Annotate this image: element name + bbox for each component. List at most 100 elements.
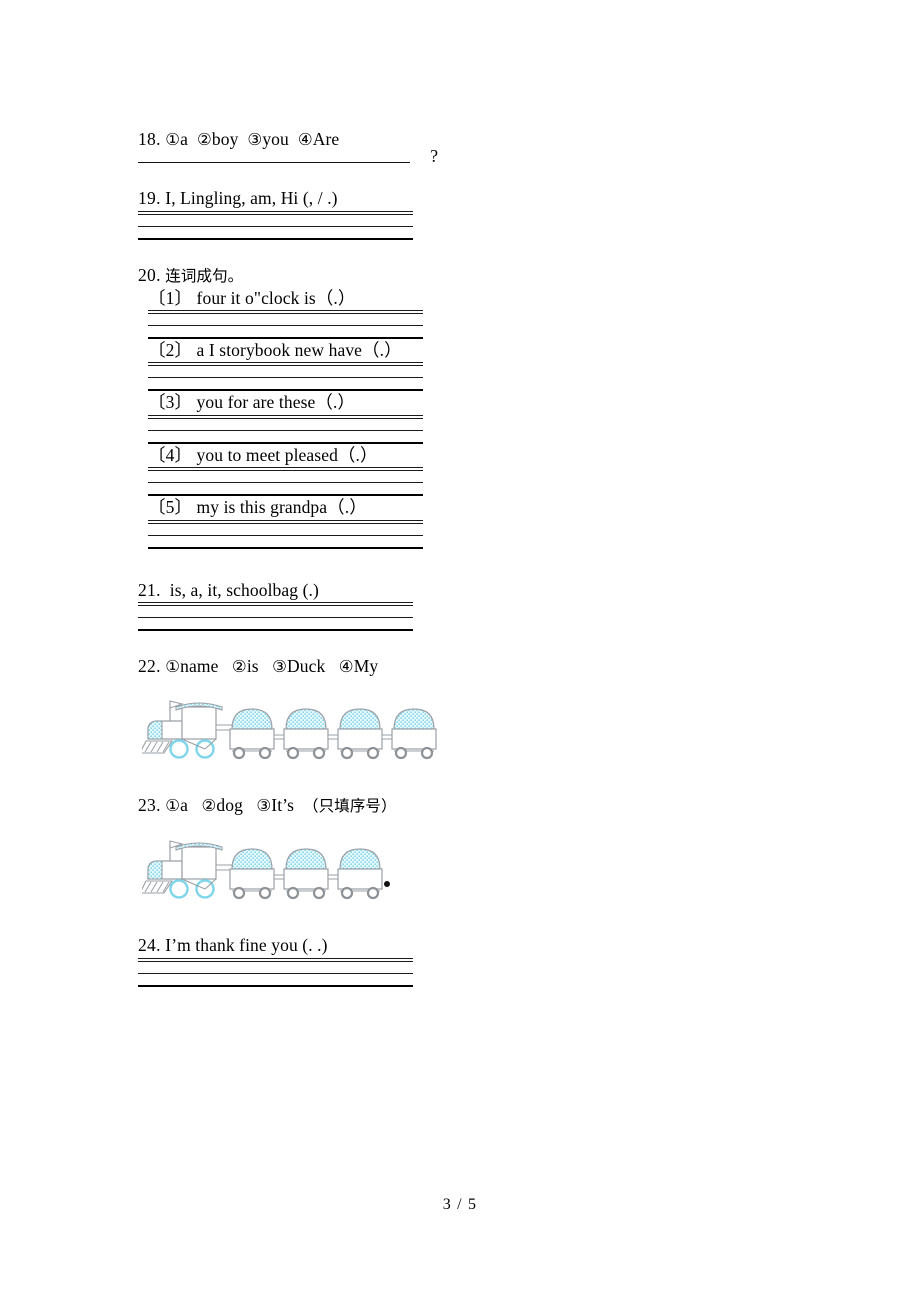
choice-word-1: a: [180, 795, 189, 816]
question-18-prompt: 18. ①a ②boy ③you ④Are: [138, 128, 778, 150]
train-car: [229, 708, 285, 760]
question-22-figure: [138, 687, 778, 770]
question-19-prompt: 19. I, Lingling, am, Hi (, / .): [138, 187, 413, 212]
question-19: 19. I, Lingling, am, Hi (, / .): [138, 187, 778, 240]
choice-marker-1: ①: [165, 796, 181, 816]
answer-rule: [148, 470, 423, 472]
item-answer-area[interactable]: [148, 522, 423, 549]
worksheet-page: 18. ①a ②boy ③you ④Are ? 19. I, Lingling,…: [0, 0, 920, 1302]
answer-rule: [148, 429, 423, 431]
train-illustration: [139, 700, 437, 760]
question-22-number: 22.: [138, 655, 161, 676]
choice-word-4: Are: [312, 129, 340, 149]
item-text: a I storybook new have（.）: [196, 340, 402, 360]
choice-marker-2: ②: [201, 796, 217, 816]
question-18: 18. ①a ②boy ③you ④Are ?: [138, 128, 778, 164]
question-20-item-5: 〔5〕 my is this grandpa（.）: [138, 496, 778, 549]
train-illustration: [139, 840, 390, 900]
item-answer-area[interactable]: [148, 313, 423, 339]
item-text: my is this grandpa（.）: [196, 497, 367, 518]
locomotive: [139, 840, 233, 899]
item-answer-area[interactable]: [148, 365, 423, 392]
answer-rule: [148, 325, 423, 326]
choice-word-3: It’s: [271, 795, 295, 816]
choice-marker-3: ③: [256, 796, 272, 816]
question-19-text: I, Lingling, am, Hi (, / .): [165, 188, 338, 209]
question-21-answer-area[interactable]: [138, 604, 413, 631]
period-dot: [384, 881, 390, 888]
choice-word-2: is: [246, 655, 259, 676]
item-label: 〔5〕: [148, 497, 193, 518]
train-car: [337, 848, 383, 900]
answer-rule: [148, 377, 423, 379]
question-20-text: 连词成句。: [165, 266, 244, 285]
answer-rule: [138, 225, 413, 227]
item-text: you to meet pleased（.）: [196, 444, 378, 465]
answer-rule: [138, 960, 413, 962]
question-21-prompt: 21. is, a, it, schoolbag (.): [138, 579, 413, 603]
answer-rule: [138, 162, 410, 164]
question-18-number: 18.: [138, 129, 161, 149]
train-car: [283, 848, 339, 900]
item-text: you for are these（.）: [196, 392, 356, 413]
item-text-row: 〔3〕 you for are these（.）: [148, 391, 423, 416]
question-20-item-3: 〔3〕 you for are these（.）: [138, 391, 778, 444]
answer-rule: [138, 213, 413, 215]
choice-marker-2: ②: [231, 656, 247, 676]
answer-rule: [148, 534, 423, 536]
train-car: [391, 708, 437, 760]
answer-rule: [148, 522, 423, 524]
question-24-answer-area[interactable]: [138, 960, 413, 987]
question-23-number: 23.: [138, 795, 161, 816]
question-20-item-4: 〔4〕 you to meet pleased（.）: [138, 444, 778, 497]
question-21: 21. is, a, it, schoolbag (.): [138, 579, 778, 631]
page-footer: 3 / 5: [442, 1196, 478, 1213]
item-answer-area[interactable]: [148, 417, 423, 444]
answer-rule: [138, 604, 413, 606]
train-car: [229, 848, 285, 900]
answer-rule: [138, 972, 413, 974]
item-text-row: 〔4〕 you to meet pleased（.）: [148, 444, 423, 469]
locomotive: [139, 700, 233, 760]
answer-rule-baseline: [138, 984, 413, 987]
question-19-answer-area[interactable]: [138, 213, 413, 240]
question-20-item-1: 〔1〕 four it o"clock is（.）: [138, 287, 778, 339]
item-label: 〔3〕: [148, 392, 193, 413]
choice-word-3: Duck: [287, 655, 326, 676]
choice-marker-3: ③: [247, 130, 263, 149]
question-mark: ?: [430, 145, 438, 166]
question-20-prompt: 20. 连词成句。: [138, 264, 778, 287]
item-text-row: 〔5〕 my is this grandpa（.）: [148, 496, 423, 521]
choice-word-1: name: [180, 655, 219, 676]
answer-rule: [148, 313, 423, 314]
question-21-text: is, a, it, schoolbag (.): [169, 579, 319, 600]
choice-word-2: boy: [211, 129, 239, 149]
choice-word-1: a: [180, 129, 189, 149]
choice-marker-4: ④: [338, 656, 354, 676]
item-answer-area[interactable]: [148, 470, 423, 497]
question-20-item-2: 〔2〕 a I storybook new have（.）: [138, 339, 778, 392]
item-label: 〔2〕: [148, 340, 193, 360]
choice-marker-1: ①: [165, 130, 181, 149]
choice-marker-2: ②: [197, 130, 212, 149]
question-24-number: 24.: [138, 935, 161, 956]
question-22: 22. ①name ②is ③Duck ④My: [138, 655, 778, 770]
answer-rule: [148, 482, 423, 484]
question-24: 24. I’m thank fine you (. .): [138, 934, 778, 987]
worksheet-content: 18. ①a ②boy ③you ④Are ? 19. I, Lingling,…: [138, 128, 778, 987]
train-car: [283, 708, 339, 760]
question-20: 20. 连词成句。 〔1〕 four it o"clock is（.） 〔2〕 …: [138, 264, 778, 549]
question-21-number: 21.: [138, 579, 161, 600]
question-23-prompt: 23. ①a ②dog ③It’s （只填序号）: [138, 794, 778, 817]
item-text-row: 〔2〕 a I storybook new have（.）: [148, 339, 423, 364]
question-22-prompt: 22. ①name ②is ③Duck ④My: [138, 655, 778, 677]
question-18-answer-area[interactable]: ?: [138, 147, 438, 164]
answer-rule: [138, 616, 413, 618]
choice-word-2: dog: [216, 795, 243, 816]
question-23: 23. ①a ②dog ③It’s （只填序号）: [138, 794, 778, 910]
question-24-prompt: 24. I’m thank fine you (. .): [138, 934, 413, 959]
choice-word-3: you: [262, 129, 289, 149]
question-20-number: 20.: [138, 264, 161, 285]
choice-marker-3: ③: [272, 656, 288, 676]
question-23-note: （只填序号）: [303, 797, 397, 816]
